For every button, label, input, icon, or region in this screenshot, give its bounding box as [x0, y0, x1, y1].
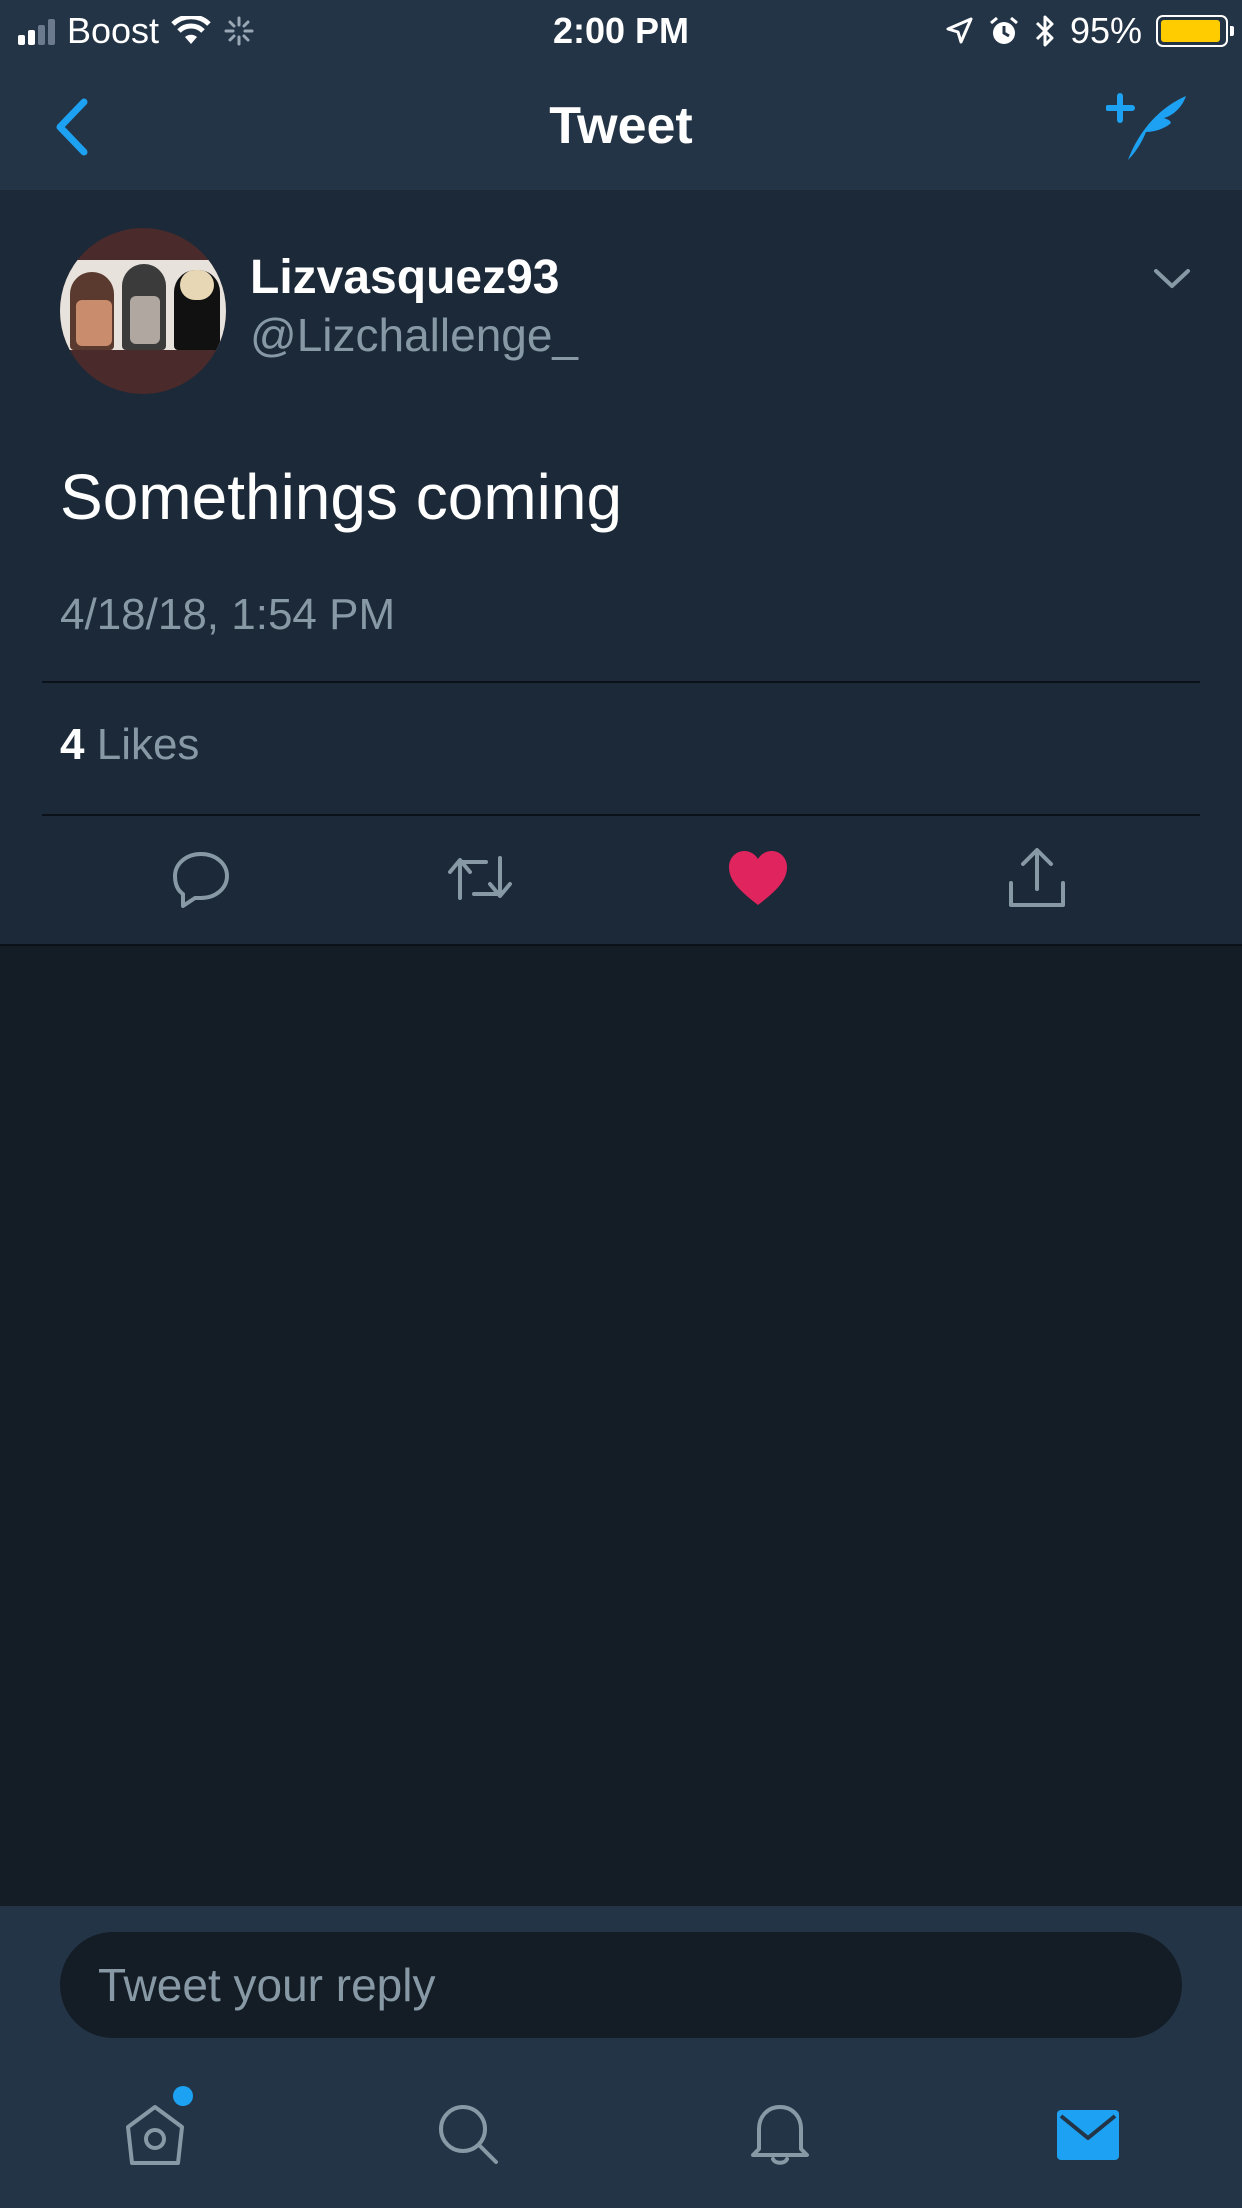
messages-icon [1057, 2110, 1119, 2160]
retweet-icon [448, 856, 512, 900]
tweet-actions [0, 838, 1242, 938]
display-name[interactable]: Lizvasquez93 [250, 250, 559, 305]
share-button[interactable] [997, 838, 1077, 918]
divider [42, 681, 1200, 683]
page-title: Tweet [549, 97, 693, 155]
like-button[interactable] [718, 838, 798, 918]
location-arrow-icon [946, 17, 973, 44]
tweet-detail: Lizvasquez93 @Lizchallenge_ Somethings c… [0, 190, 1242, 946]
notifications-icon [751, 2105, 809, 2165]
tweet-timestamp: 4/18/18, 1:54 PM [60, 590, 396, 639]
likes-number: 4 [60, 720, 85, 769]
tab-notifications[interactable] [740, 2094, 820, 2174]
likes-count[interactable]: 4 Likes [60, 720, 199, 770]
tweet-text: Somethings coming [60, 461, 623, 533]
tab-home[interactable] [115, 2086, 195, 2174]
avatar-photo [60, 260, 226, 350]
search-icon [439, 2105, 498, 2164]
reply-icon [173, 852, 229, 908]
user-handle[interactable]: @Lizchallenge_ [250, 308, 578, 362]
share-icon [1009, 848, 1065, 907]
tab-messages[interactable] [1048, 2094, 1128, 2174]
compose-tweet-icon[interactable] [1106, 88, 1190, 164]
tab-bar [0, 2086, 1242, 2204]
avatar[interactable] [60, 228, 226, 394]
notification-dot [173, 2086, 193, 2106]
divider [42, 814, 1200, 816]
bluetooth-icon [1035, 15, 1054, 47]
battery-icon [1156, 15, 1234, 47]
alarm-icon [989, 16, 1018, 44]
reply-input[interactable] [60, 1932, 1182, 2038]
status-right: 95% [944, 8, 1234, 54]
retweet-button[interactable] [440, 838, 520, 918]
chevron-down-icon[interactable] [1152, 266, 1192, 292]
likes-label: Likes [96, 720, 200, 769]
battery-percent: 95% [1069, 10, 1142, 51]
status-bar: Boost 2:00 PM 95% [0, 0, 1242, 62]
reply-and-tab-bar [0, 1906, 1242, 2208]
reply-button[interactable] [161, 838, 241, 918]
tab-search[interactable] [428, 2094, 508, 2174]
navigation-bar: Tweet [0, 62, 1242, 190]
home-icon [126, 2105, 184, 2165]
like-heart-icon [729, 851, 787, 905]
